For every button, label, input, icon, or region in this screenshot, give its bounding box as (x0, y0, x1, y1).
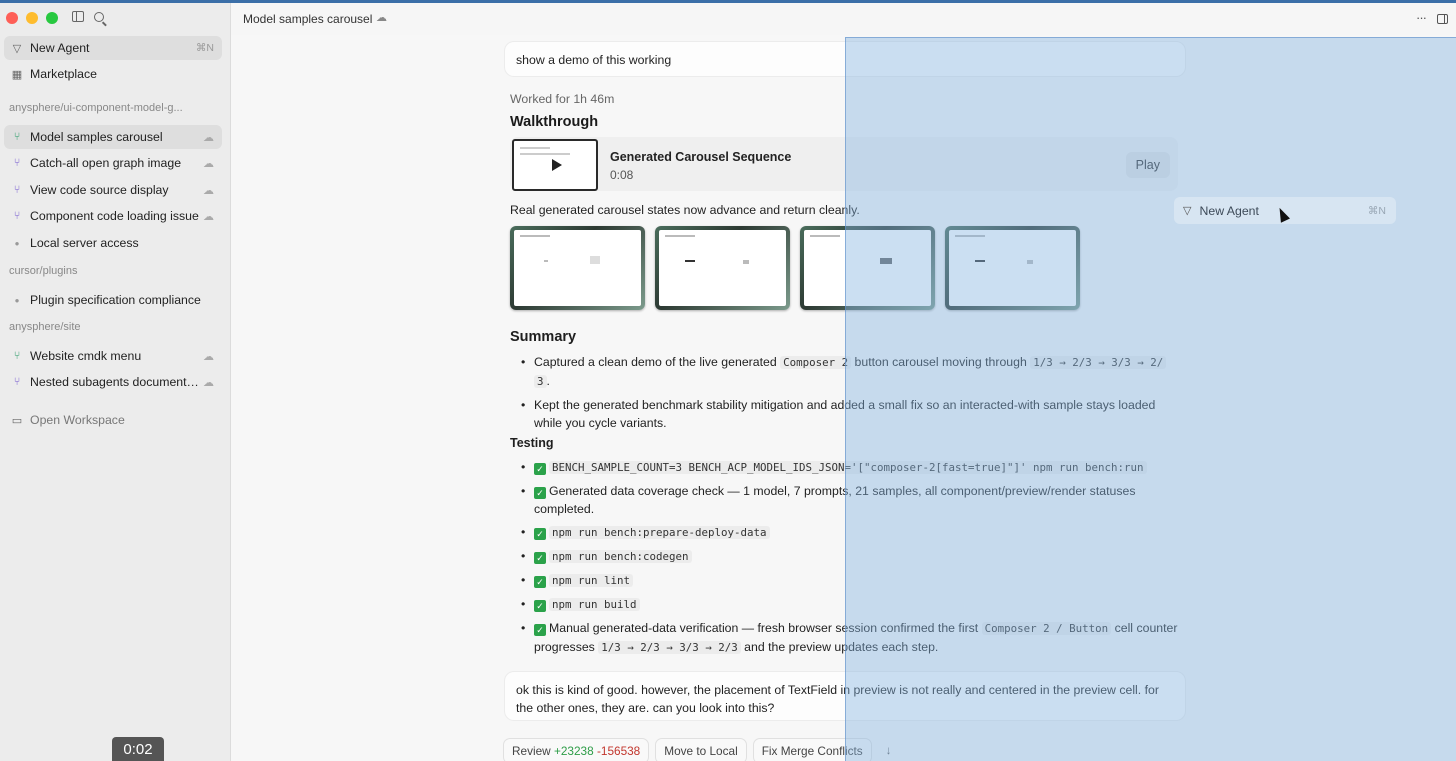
walkthrough-heading: Walkthrough (510, 114, 599, 130)
review-button[interactable]: Review +23238 -156538 (503, 738, 650, 761)
sidebar-item-nested-subagents[interactable]: ⑂ Nested subagents documenta... ☁ (4, 370, 222, 394)
grid-icon: ▦ (11, 68, 23, 81)
cloud-icon: ☁ (203, 210, 214, 223)
close-window-button[interactable] (6, 12, 18, 24)
sidebar-item-label: View code source display (30, 183, 169, 197)
sidebar-item-local-server-access[interactable]: ● Local server access (4, 231, 222, 255)
sidebar-item-label: Catch-all open graph image (30, 156, 182, 170)
play-icon (552, 159, 562, 171)
toggle-sidebar-icon[interactable] (72, 11, 84, 22)
sidebar-item-model-samples-carousel[interactable]: ⑂ Model samples carousel ☁ (4, 125, 222, 149)
open-workspace-label: Open Workspace (30, 413, 125, 427)
check-icon: ✓ (534, 600, 546, 612)
video-duration: 0:08 (610, 168, 634, 182)
open-workspace-button[interactable]: ▭ Open Workspace (4, 408, 222, 432)
worked-for-label: Worked for 1h 46m (510, 92, 615, 106)
sidebar-item-component-code-loading[interactable]: ⑂ Component code loading issue ☁ (4, 204, 222, 228)
branch-icon: ⑂ (13, 131, 21, 143)
branch-icon: ⑂ (13, 210, 21, 222)
check-icon: ✓ (534, 487, 546, 499)
sidebar-toolbar (72, 11, 104, 22)
sidebar-item-label: Local server access (30, 236, 139, 250)
cloud-icon: ☁ (203, 131, 214, 144)
toggle-panel-icon[interactable] (1437, 14, 1448, 24)
sidebar-item-label: Nested subagents documenta... (30, 375, 203, 389)
new-agent-label: New Agent (30, 41, 90, 55)
cloud-icon: ☁ (203, 157, 214, 170)
minimize-window-button[interactable] (26, 12, 38, 24)
marketplace-label: Marketplace (30, 67, 97, 81)
marketplace-button[interactable]: ▦ Marketplace (4, 62, 222, 86)
cloud-icon: ☁ (203, 350, 214, 363)
sidebar: ▽ New Agent ⌘N ▦ Marketplace anysphere/u… (0, 3, 231, 761)
sidebar-item-label: Component code loading issue (30, 209, 199, 223)
move-to-local-button[interactable]: Move to Local (655, 738, 747, 761)
branch-icon: ⑂ (13, 376, 21, 388)
video-thumbnail[interactable] (512, 139, 598, 191)
screenshot-thumbnail[interactable] (510, 226, 645, 310)
check-icon: ✓ (534, 576, 546, 588)
sidebar-item-view-code-source[interactable]: ⑂ View code source display ☁ (4, 178, 222, 202)
funnel-icon: ▽ (12, 42, 22, 55)
header: Model samples carousel ☁ ··· (231, 3, 1456, 35)
action-chips: Review +23238 -156538 Move to Local Fix … (503, 738, 900, 761)
sidebar-item-label: Model samples carousel (30, 130, 163, 144)
dot-icon: ● (14, 295, 20, 305)
drop-zone-overlay[interactable] (845, 37, 1456, 761)
check-icon: ✓ (534, 528, 546, 540)
cloud-icon: ☁ (376, 12, 387, 24)
branch-icon: ⑂ (13, 350, 21, 362)
video-title: Generated Carousel Sequence (610, 150, 792, 164)
dot-icon: ● (14, 238, 20, 248)
screenshot-thumbnail[interactable] (655, 226, 790, 310)
funnel-icon: ▽ (1183, 205, 1192, 217)
zoom-window-button[interactable] (46, 12, 58, 24)
branch-icon: ⑂ (13, 184, 21, 196)
section-title-cursor-plugins: cursor/plugins (9, 265, 78, 277)
search-icon[interactable] (94, 12, 104, 22)
branch-icon: ⑂ (13, 157, 21, 169)
result-text: Real generated carousel states now advan… (510, 203, 860, 217)
check-icon: ✓ (534, 552, 546, 564)
sidebar-item-plugin-spec[interactable]: ● Plugin specification compliance (4, 288, 222, 312)
section-title-anysphere-site: anysphere/site (9, 321, 81, 333)
page-title: Model samples carousel (243, 12, 373, 26)
dragged-item-shortcut: ⌘N (1367, 204, 1386, 217)
check-icon: ✓ (534, 463, 546, 475)
dragged-item-label: New Agent (1199, 203, 1259, 218)
check-icon: ✓ (534, 624, 546, 636)
window-controls (6, 12, 58, 24)
testing-heading: Testing (510, 436, 554, 450)
new-agent-shortcut: ⌘N (195, 42, 214, 54)
sidebar-item-website-cmdk[interactable]: ⑂ Website cmdk menu ☁ (4, 344, 222, 368)
cloud-icon: ☁ (203, 376, 214, 389)
section-title-ui-component: anysphere/ui-component-model-g... (9, 102, 183, 114)
more-options-icon[interactable]: ··· (1416, 10, 1427, 25)
sidebar-item-catch-all-og[interactable]: ⑂ Catch-all open graph image ☁ (4, 151, 222, 175)
sidebar-item-label: Website cmdk menu (30, 349, 142, 363)
cloud-icon: ☁ (203, 184, 214, 197)
summary-heading: Summary (510, 329, 577, 345)
sidebar-item-label: Plugin specification compliance (30, 293, 201, 307)
video-timestamp: 0:02 (112, 737, 164, 761)
folder-icon: ▭ (11, 414, 23, 427)
new-agent-button[interactable]: ▽ New Agent ⌘N (4, 36, 222, 60)
